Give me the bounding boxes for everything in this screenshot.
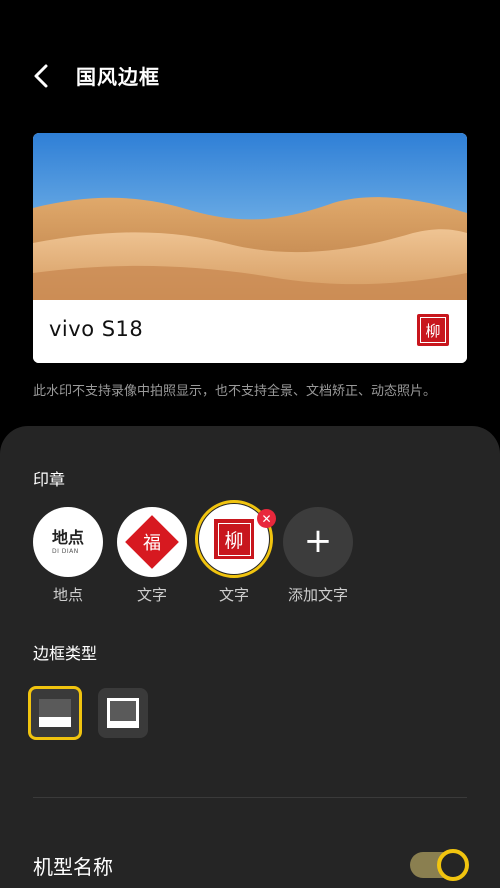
- stamp-option-place[interactable]: 地点 DI DIAN: [33, 507, 103, 577]
- preview-photo: [33, 133, 467, 300]
- place-glyph: 地点: [51, 527, 84, 547]
- remove-stamp-icon[interactable]: ✕: [257, 509, 276, 528]
- stamps-section-title: 印章: [33, 470, 66, 489]
- stamp-option-fu[interactable]: 福: [117, 507, 187, 577]
- plus-icon: +: [303, 520, 333, 561]
- seal-stamp-icon: 柳: [417, 314, 449, 346]
- frame-type-border[interactable]: [98, 688, 148, 738]
- frame-border-icon: [107, 698, 139, 728]
- page-title: 国风边框: [76, 65, 160, 89]
- model-name-toggle[interactable]: [410, 849, 469, 881]
- fu-icon: 福: [125, 515, 179, 569]
- place-sub-text: DI DIAN: [51, 547, 79, 555]
- back-arrow-icon[interactable]: [26, 60, 58, 92]
- stamp-label-add: 添加文字: [287, 586, 348, 604]
- watermark-note: 此水印不支持录像中拍照显示，也不支持全景、文档矫正、动态照片。: [33, 384, 437, 399]
- preview-card: vivo S18 柳: [33, 133, 467, 363]
- header: 国风边框: [0, 48, 500, 104]
- divider: [33, 797, 467, 798]
- frame-bottom-bar-icon: [39, 699, 71, 727]
- preview-frame-footer: vivo S18 柳: [33, 300, 467, 363]
- seal-icon: 柳: [214, 519, 254, 559]
- frame-type-bottom-bar[interactable]: [28, 686, 82, 740]
- add-text-button[interactable]: +: [283, 507, 353, 577]
- frame-type-section-title: 边框类型: [33, 644, 98, 663]
- toggle-knob: [437, 849, 469, 881]
- model-name-text: vivo S18: [49, 317, 144, 341]
- model-name-label: 机型名称: [33, 855, 113, 879]
